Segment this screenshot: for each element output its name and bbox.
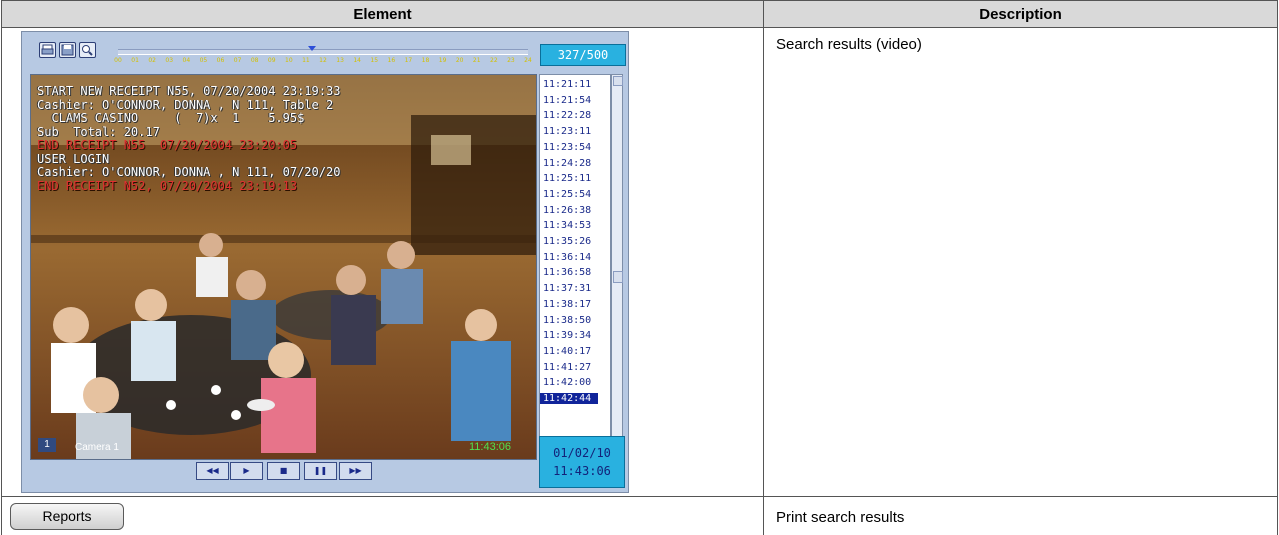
header-element: Element [1,0,764,28]
scroll-up-arrow-icon[interactable] [613,76,623,86]
time-list-scrollbar[interactable] [611,74,623,458]
overlay-line: USER LOGIN [37,151,110,166]
time-list-item[interactable]: 11:35:26 [543,236,591,247]
row-2-description: Print search results [776,509,905,526]
save-button[interactable] [59,42,76,58]
timeline-hour-label: 24 [524,57,532,64]
time-list-item[interactable]: 11:40:17 [543,346,591,357]
row-1-description: Search results (video) [776,36,922,53]
overlay-line: END RECEIPT N52, 07/20/2004 23:19:13 [37,178,298,193]
row-1-description-cell: Search results (video) [763,27,1278,497]
play-icon: ▶ [243,466,250,475]
camera-name: Camera 1 [75,442,119,453]
current-time: 11:43:06 [553,464,611,478]
time-list-item[interactable]: 11:34:53 [543,220,591,231]
camera-number: 1 [38,438,56,452]
timeline-hour-label: 07 [233,57,242,64]
video-frame: START NEW RECEIPT N55, 07/20/2004 23:19:… [30,74,537,460]
video-player: 00 01 02 03 04 05 06 07 08 09 10 11 12 13 14 15 16 17 18 19… [21,31,629,493]
floppy-disk-icon [61,44,74,56]
play-button[interactable]: ▶ [230,462,263,480]
overlay-line: Sub Total: 20.17 [37,124,160,139]
timeline-hour-label: 23 [507,57,515,64]
time-list-item[interactable]: 11:25:54 [543,189,591,200]
row-2-element-cell: Reports [1,496,764,535]
timeline-hour-label: 19 [438,57,447,64]
result-counter: 327/500 [540,44,626,66]
timeline-track[interactable] [118,49,528,55]
time-list-item[interactable]: 11:42:00 [543,377,591,388]
timeline-hour-label: 15 [370,57,379,64]
scroll-thumb[interactable] [613,271,623,283]
time-list-item[interactable]: 11:21:11 [543,79,591,90]
timeline-slider[interactable]: 00 01 02 03 04 05 06 07 08 09 10 11 12 13 14 15 16 17 18 19… [114,46,532,66]
overlay-line: CLAMS CASINO ( 7)x 1 5.95$ [37,111,305,125]
time-list-item[interactable]: 11:23:11 [543,126,591,137]
timeline-hour-label: 04 [182,57,191,64]
timeline-hour-label: 20 [455,57,464,64]
timeline-hour-label: 09 [267,57,276,64]
pause-icon: ❚❚ [313,466,328,475]
header-description: Description [763,0,1278,28]
reports-button[interactable]: Reports [10,503,124,530]
overlay-line: START NEW RECEIPT N55, 07/20/2004 23:19:… [37,84,341,98]
timeline-hour-label: 18 [421,57,430,64]
print-button[interactable] [39,42,56,58]
time-list-item[interactable]: 11:22:28 [543,110,591,121]
timeline-hour-label: 13 [336,57,344,64]
time-list-item[interactable]: 11:25:11 [543,173,591,184]
fast-forward-icon: ▶▶ [349,466,362,475]
current-date: 01/02/10 [553,446,611,460]
time-list-item[interactable]: 11:42:44 [540,393,598,404]
overlay-line: Cashier: O'CONNOR, DONNA , N 111, 07/20/… [37,165,341,179]
time-list-item[interactable]: 11:36:14 [543,252,591,263]
time-list-item[interactable]: 11:24:28 [543,158,591,169]
current-date-time: 01/02/10 11:43:06 [539,436,625,488]
timeline-position-marker[interactable] [308,46,316,51]
time-list-item[interactable]: 11:36:58 [543,267,591,278]
pos-transaction-overlay: START NEW RECEIPT N55, 07/20/2004 23:19:… [37,84,341,193]
time-list-item[interactable]: 11:39:34 [543,330,591,341]
timeline-hour-label: 05 [199,57,208,64]
timeline-hour-label: 11 [302,57,310,64]
timeline-hour-label: 00 [114,57,122,64]
rewind-icon: ◀◀ [206,466,219,475]
timeline-hour-label: 08 [250,57,259,64]
magnifier-icon [82,45,93,56]
timeline-hour-label: 22 [490,57,498,64]
camera-timestamp: 11:43:06 [469,441,512,453]
pause-button[interactable]: ❚❚ [304,462,337,480]
overlay-line: END RECEIPT N55 07/20/2004 23:20:05 [37,138,298,152]
overlay-line: Cashier: O'CONNOR, DONNA , N 111, Table … [37,97,334,112]
timeline-hour-label: 10 [285,57,293,64]
time-list-item[interactable]: 11:37:31 [543,283,591,294]
stop-icon: ■ [279,466,288,475]
timeline-hour-label: 16 [387,57,396,64]
stop-button[interactable]: ■ [267,462,300,480]
fast-forward-button[interactable]: ▶▶ [339,462,372,480]
row-2-description-cell: Print search results [763,496,1278,535]
timeline-hour-label: 17 [404,57,413,64]
timeline-hour-label: 06 [216,57,225,64]
documentation-table: Element Description Search results (vide… [0,0,1278,535]
rewind-button[interactable]: ◀◀ [196,462,229,480]
timeline-hour-label: 12 [319,57,327,64]
timeline-hour-label: 14 [353,57,361,64]
zoom-button[interactable] [79,42,96,58]
printer-icon [41,44,54,55]
time-list-item[interactable]: 11:21:54 [543,95,591,106]
search-result-time-list[interactable]: 11:21:11 11:21:54 11:22:28 11:23:11 11:23:54… [539,74,611,458]
time-list-item[interactable]: 11:38:50 [543,315,591,326]
timeline-hour-label: 03 [165,57,174,64]
time-list-item[interactable]: 11:38:17 [543,299,591,310]
timeline-hour-labels: 00 01 02 03 04 05 06 07 08 09 10 11 12 13 14 15 16 17 18 19… [114,57,532,65]
timeline-hour-label: 21 [472,57,481,64]
timeline-hour-label: 01 [131,57,139,64]
timeline-hour-label: 02 [148,57,156,64]
time-list-item[interactable]: 11:41:27 [543,362,591,373]
time-list-item[interactable]: 11:26:38 [543,205,591,216]
time-list-item[interactable]: 11:23:54 [543,142,591,153]
